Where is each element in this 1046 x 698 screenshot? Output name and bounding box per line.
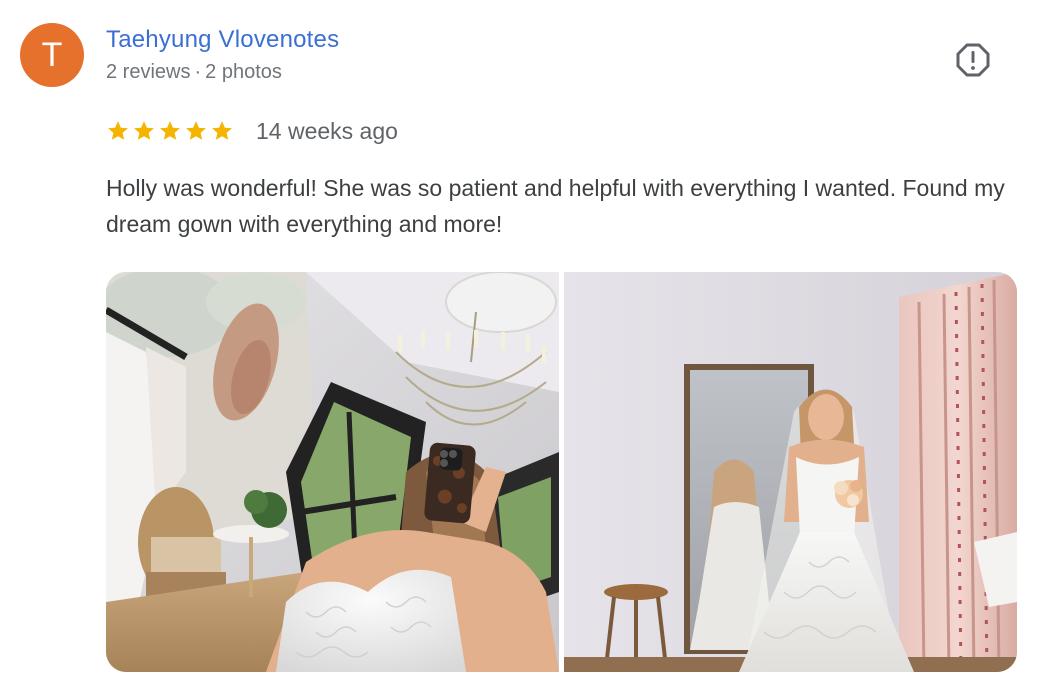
star-icon <box>186 121 206 140</box>
bridal-selfie-photo <box>106 272 559 672</box>
avatar-initial: T <box>41 35 63 74</box>
report-icon <box>956 43 990 77</box>
meta-separator: · <box>194 61 202 83</box>
reviewer-meta: 2 reviews · 2 photos <box>106 61 282 84</box>
star-icon <box>160 121 180 140</box>
star-rating <box>106 119 234 143</box>
review-count: 2 reviews <box>106 61 191 83</box>
review-photo-1[interactable] <box>106 272 559 672</box>
reviewer-avatar[interactable]: T <box>20 23 84 87</box>
photo-count: 2 photos <box>205 61 282 83</box>
review-time: 14 weeks ago <box>256 117 398 144</box>
star-icon <box>212 121 232 140</box>
rating-row: 14 weeks ago <box>106 117 398 145</box>
bride-in-mirror-photo <box>564 272 1017 672</box>
review-text: Holly was wonderful! She was so patient … <box>106 175 1005 237</box>
review-photo-2[interactable] <box>564 272 1017 672</box>
star-icon <box>134 121 154 140</box>
star-icon <box>108 121 128 140</box>
reviewer-name-link[interactable]: Taehyung Vlovenotes <box>106 26 339 54</box>
report-review-button[interactable] <box>955 42 991 78</box>
